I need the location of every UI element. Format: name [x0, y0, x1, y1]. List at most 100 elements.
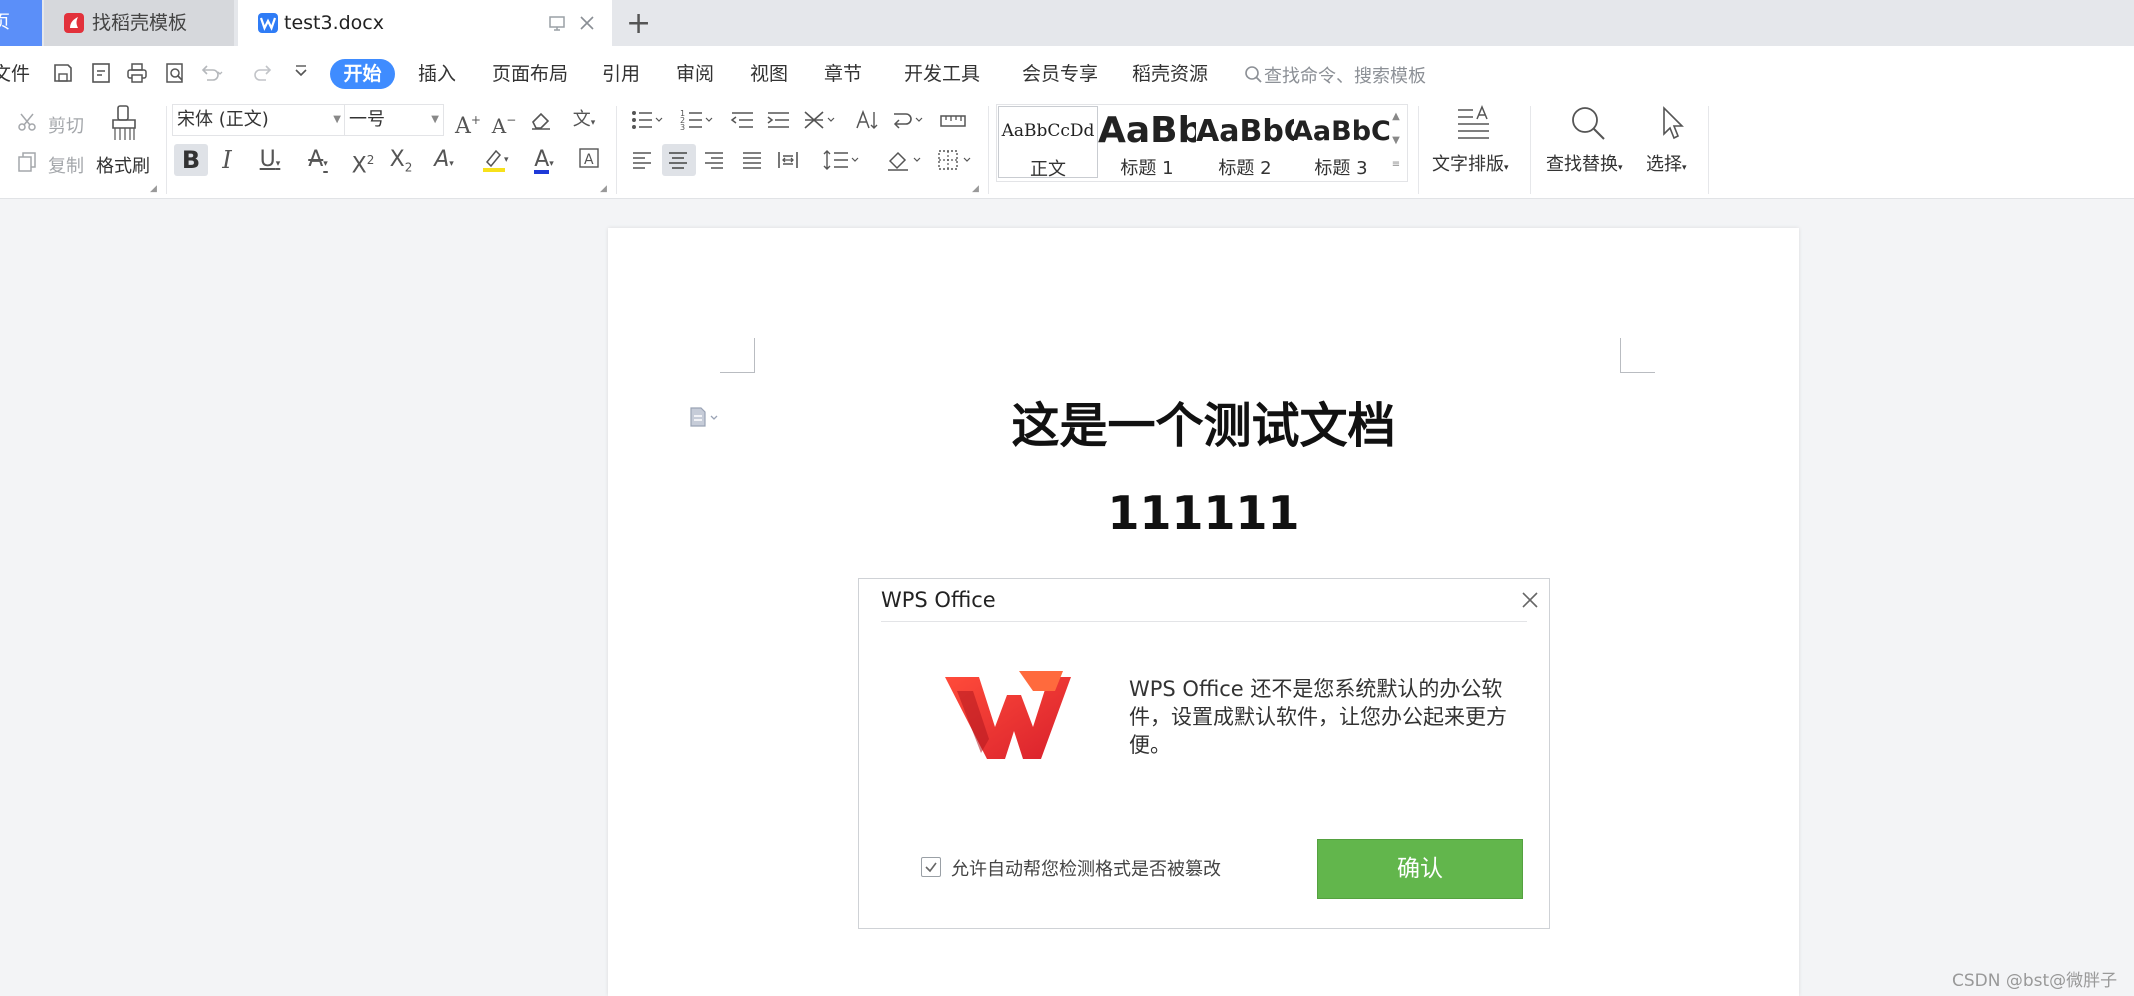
shading-icon[interactable]: [884, 148, 928, 178]
menu-home[interactable]: 开始: [330, 59, 395, 89]
wps-logo: [943, 667, 1073, 767]
document-title[interactable]: 这是一个测试文档: [608, 386, 1799, 456]
format-painter-icon[interactable]: [106, 104, 142, 150]
separator: [1530, 106, 1531, 194]
tab-home[interactable]: 页: [0, 0, 42, 46]
bold-icon[interactable]: B: [176, 146, 206, 174]
tab-bar: 页 找稻壳模板 test3.docx +: [0, 0, 2134, 46]
gallery-expand-icon[interactable]: ≡: [1388, 154, 1404, 176]
close-tab-icon[interactable]: [578, 0, 596, 48]
chevron-down-icon: ▼: [333, 114, 341, 125]
underline-icon[interactable]: U▾: [250, 146, 290, 178]
separator: [1418, 106, 1419, 194]
dialog-launcher-icon[interactable]: ◢: [972, 184, 979, 194]
tab-label: test3.docx: [284, 12, 384, 34]
auto-detect-label[interactable]: 允许自动帮您检测格式是否被篡改: [951, 855, 1221, 881]
menu-file[interactable]: 文件: [0, 62, 30, 86]
font-color-icon[interactable]: A▾: [524, 146, 564, 178]
find-replace-label[interactable]: 查找替换▾: [1546, 150, 1623, 176]
text-direction-icon[interactable]: [852, 108, 880, 138]
margin-corner-top-left: [720, 338, 755, 373]
align-center-icon[interactable]: [664, 148, 692, 178]
print-icon[interactable]: [124, 61, 150, 87]
float-window-icon[interactable]: [548, 0, 566, 48]
line-break-icon[interactable]: [888, 108, 928, 138]
char-border-icon[interactable]: A: [574, 146, 604, 176]
bullets-icon[interactable]: [628, 108, 668, 138]
text-effect-icon[interactable]: A▾: [424, 146, 464, 178]
confirm-button[interactable]: 确认: [1317, 839, 1523, 899]
cut-icon[interactable]: [14, 110, 40, 140]
menu-developer[interactable]: 开发工具: [904, 62, 980, 86]
document-line-2[interactable]: 111111: [608, 486, 1799, 540]
format-painter-label[interactable]: 格式刷: [96, 152, 150, 178]
shrink-font-icon[interactable]: A−: [490, 106, 518, 140]
distributed-icon[interactable]: [774, 148, 802, 178]
style-heading-3[interactable]: AaBbC 标题 3: [1292, 106, 1390, 179]
numbering-icon[interactable]: 123: [678, 108, 718, 138]
auto-detect-checkbox[interactable]: [921, 857, 941, 877]
separator: [988, 106, 989, 194]
increase-indent-icon[interactable]: [764, 108, 792, 138]
menu-insert[interactable]: 插入: [418, 62, 456, 86]
copy-icon[interactable]: [14, 150, 40, 180]
command-search[interactable]: 查找命令、搜索模板: [1244, 62, 1426, 88]
clear-format-icon[interactable]: [528, 108, 554, 138]
highlight-icon[interactable]: ▾: [474, 146, 514, 180]
new-tab-button[interactable]: +: [626, 4, 651, 44]
dialog-message: WPS Office 还不是您系统默认的办公软件，设置成默认软件，让您办公起来更…: [1129, 677, 1507, 757]
customize-toolbar-icon[interactable]: [288, 61, 314, 87]
print-preview-icon[interactable]: [162, 61, 188, 87]
find-replace-icon[interactable]: [1568, 104, 1608, 148]
select-label[interactable]: 选择▾: [1646, 150, 1687, 176]
align-right-icon[interactable]: [700, 148, 728, 178]
menu-review[interactable]: 审阅: [676, 62, 714, 86]
decrease-indent-icon[interactable]: [728, 108, 756, 138]
style-normal[interactable]: AaBbCcDd 正文: [998, 106, 1098, 180]
copy-label[interactable]: 复制: [48, 152, 84, 178]
chinese-layout-icon[interactable]: [800, 108, 840, 138]
text-layout-label[interactable]: 文字排版▾: [1432, 150, 1509, 176]
export-pdf-icon[interactable]: [88, 61, 114, 87]
justify-icon[interactable]: [738, 148, 766, 178]
subscript-icon[interactable]: X2: [386, 146, 416, 181]
style-sample: AaBbC: [1196, 114, 1294, 149]
ruler-icon[interactable]: [938, 108, 968, 138]
font-size-select[interactable]: 一号 ▼: [344, 104, 444, 136]
menu-member[interactable]: 会员专享: [1022, 62, 1098, 86]
style-heading-2[interactable]: AaBbC 标题 2: [1196, 106, 1294, 179]
redo-icon[interactable]: [250, 61, 276, 87]
superscript-icon[interactable]: X2: [348, 146, 378, 180]
tab-test3-docx[interactable]: test3.docx: [238, 0, 612, 46]
grow-font-icon[interactable]: A+: [454, 106, 482, 141]
align-left-icon[interactable]: [628, 148, 656, 178]
style-sample: AaBbCcDd: [1001, 121, 1095, 141]
line-spacing-icon[interactable]: [820, 148, 864, 178]
italic-icon[interactable]: I: [214, 146, 240, 174]
text-layout-icon[interactable]: [1454, 104, 1494, 148]
gallery-scroll-down-icon[interactable]: ▼: [1388, 130, 1404, 152]
menu-page-layout[interactable]: 页面布局: [492, 62, 568, 86]
font-name-select[interactable]: 宋体 (正文) ▼: [172, 104, 346, 136]
style-heading-1[interactable]: AaBb 标题 1: [1098, 106, 1196, 179]
save-icon[interactable]: [50, 61, 76, 87]
undo-icon[interactable]: [198, 61, 224, 87]
tab-docer-templates[interactable]: 找稻壳模板: [44, 0, 234, 46]
menu-section[interactable]: 章节: [824, 62, 862, 86]
select-cursor-icon[interactable]: [1656, 104, 1686, 148]
dialog-launcher-icon[interactable]: ◢: [600, 184, 607, 194]
borders-icon[interactable]: [934, 148, 978, 178]
style-name: 标题 1: [1120, 158, 1174, 179]
close-icon[interactable]: [1515, 585, 1545, 615]
gallery-scroll-up-icon[interactable]: ▲: [1388, 106, 1404, 128]
menu-docer-resources[interactable]: 稻壳资源: [1132, 62, 1208, 86]
pinyin-guide-icon[interactable]: 文▾: [564, 106, 604, 137]
cut-label[interactable]: 剪切: [48, 112, 84, 138]
dialog-launcher-icon[interactable]: ◢: [150, 184, 157, 194]
style-name: 标题 3: [1314, 158, 1368, 179]
command-search-placeholder: 查找命令、搜索模板: [1264, 66, 1426, 87]
strikethrough-icon[interactable]: A▾: [298, 146, 338, 178]
font-size-value: 一号: [349, 109, 385, 130]
menu-view[interactable]: 视图: [750, 62, 788, 86]
menu-references[interactable]: 引用: [602, 62, 640, 86]
